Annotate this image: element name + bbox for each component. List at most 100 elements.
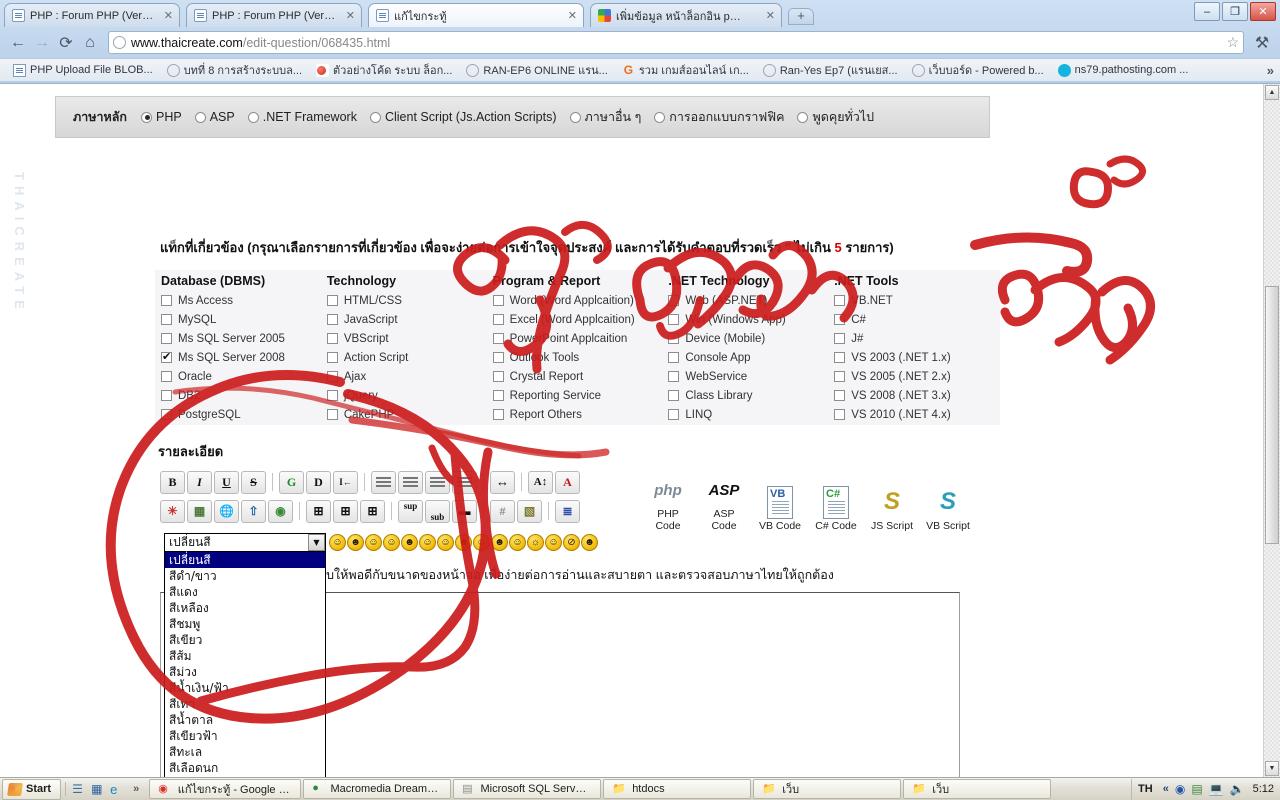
checkbox-icon[interactable] [492, 390, 504, 401]
checkbox-icon[interactable] [161, 295, 172, 306]
checkbox-icon[interactable] [668, 333, 680, 344]
checkbox-icon[interactable] [668, 390, 680, 401]
bookmark-item[interactable]: ns79.pathosting.com ... [1051, 63, 1196, 77]
checkbox-icon[interactable] [834, 295, 846, 306]
table-row-button[interactable]: ⊞ [333, 499, 358, 523]
checkbox-icon[interactable] [326, 390, 338, 401]
emoticon-icon[interactable]: ☺ [509, 534, 526, 551]
emoticon-icon[interactable]: ☻ [401, 534, 418, 551]
back-icon[interactable]: ← [6, 31, 30, 55]
checkbox-icon[interactable] [668, 352, 680, 363]
checkbox-row[interactable]: Crystal Report [492, 367, 669, 386]
italic-button[interactable]: I [187, 470, 212, 494]
checkbox-icon[interactable] [161, 390, 172, 401]
bookmark-item[interactable]: เว็บบอร์ด - Powered b... [905, 61, 1051, 79]
checkbox-row[interactable]: Report Others [492, 405, 669, 424]
color-option[interactable]: สีม่วง [165, 664, 325, 680]
emoticon-icon[interactable]: ☺ [365, 534, 382, 551]
emoticon-button[interactable]: ☀ [160, 499, 185, 523]
list-button[interactable]: ≣ [555, 499, 580, 523]
radio-general[interactable]: พูดคุยทั่วไป [797, 107, 874, 127]
checkbox-row[interactable]: J# [834, 329, 1000, 348]
color-select-box[interactable]: เปลี่ยนสี ▼ [164, 533, 326, 552]
minimize-button[interactable]: – [1194, 2, 1220, 21]
bold-button[interactable]: B [160, 470, 185, 494]
radio-php[interactable]: PHP [141, 110, 182, 124]
checkbox-row[interactable]: Class Library [668, 386, 834, 405]
checkbox-row[interactable]: Ajax [326, 367, 493, 386]
tray-blue-icon[interactable]: ◉ [1175, 782, 1185, 796]
taskbar-clock[interactable]: 5:12 [1251, 783, 1274, 795]
align-left-button[interactable] [371, 470, 396, 494]
indent-button[interactable]: I← [333, 470, 358, 494]
forward-icon[interactable]: → [30, 31, 54, 55]
emoticon-icon[interactable]: ☺ [419, 534, 436, 551]
emoticon-icon[interactable]: ☺ [473, 534, 490, 551]
bookmarks-overflow-icon[interactable]: » [1267, 63, 1274, 78]
close-icon[interactable]: ✕ [566, 9, 579, 22]
strikethrough-button[interactable]: S [241, 470, 266, 494]
checkbox-icon[interactable] [492, 314, 504, 325]
vb-script-button[interactable]: S VB Script [925, 484, 971, 532]
taskbar-item-web-2[interactable]: 📁 เว็บ [903, 779, 1052, 799]
color-option[interactable]: สีน้ำตาล [165, 712, 325, 728]
emoticon-icon[interactable]: ☺ [383, 534, 400, 551]
checkbox-row[interactable]: WebService [668, 367, 834, 386]
checkbox-icon[interactable] [668, 409, 680, 420]
checkbox-icon[interactable] [834, 409, 846, 420]
color-option[interactable]: สีเขียว [165, 632, 325, 648]
checkbox-row[interactable]: PowerPoint Applcaition [492, 329, 669, 348]
upload-image-button[interactable]: ⇧ [241, 499, 266, 523]
color-option[interactable]: สีเลือดนก [165, 760, 325, 776]
checkbox-icon[interactable] [326, 314, 338, 325]
checkbox-icon[interactable] [834, 352, 846, 363]
browser-tab-2[interactable]: PHP : Forum PHP (Version 3.0 ✕ [186, 3, 362, 27]
checkbox-row[interactable]: Action Script [326, 348, 493, 367]
checkbox-row[interactable]: Ms SQL Server 2005 [161, 329, 327, 348]
checkbox-row[interactable]: DB2 [161, 386, 327, 405]
checkbox-row[interactable]: PostgreSQL [161, 405, 327, 424]
reload-icon[interactable]: ⟳ [54, 31, 78, 55]
emoticon-icon[interactable]: ☻ [581, 534, 598, 551]
checkbox-icon[interactable] [492, 352, 504, 363]
checkbox-row[interactable]: Console App [668, 348, 834, 367]
taskbar-item-dreamweaver[interactable]: ● Macromedia Dreamwea... [303, 779, 452, 799]
close-icon[interactable]: ✕ [344, 9, 357, 22]
color-option[interactable]: เปลี่ยนสี [165, 552, 325, 568]
checkbox-row[interactable]: VB.NET [834, 291, 1000, 310]
checkbox-row[interactable]: Web (ASP.NET) [668, 291, 834, 310]
close-icon[interactable]: ✕ [764, 9, 777, 22]
close-icon[interactable]: ✕ [162, 9, 175, 22]
color-select-dropdown-list[interactable]: เปลี่ยนสี สีดำ/ขาว สีแดง สีเหลือง สีชมพู… [164, 552, 326, 777]
radio-dotnet[interactable]: .NET Framework [247, 110, 357, 124]
emoticon-icon[interactable]: ☻ [491, 534, 508, 551]
file-button[interactable]: ◉ [268, 499, 293, 523]
checkbox-icon[interactable] [834, 314, 846, 325]
checkbox-row[interactable]: Excel (Word Applcaition) [492, 310, 669, 329]
address-bar[interactable]: www.thaicreate.com/edit-question/068435.… [108, 31, 1244, 54]
checkbox-icon[interactable] [834, 333, 846, 344]
color-option[interactable]: สีเทา [165, 696, 325, 712]
checkbox-icon[interactable] [161, 333, 172, 344]
tray-volume-icon[interactable]: 🔈 [1230, 782, 1245, 796]
tray-network-icon[interactable]: 💻 [1209, 782, 1224, 796]
emoticon-icon[interactable]: ☺ [329, 534, 346, 551]
checkbox-icon[interactable] [492, 333, 504, 344]
checkbox-row[interactable]: VS 2010 (.NET 4.x) [834, 405, 1000, 424]
radio-asp[interactable]: ASP [194, 110, 235, 124]
checkbox-row[interactable]: MySQL [161, 310, 327, 329]
bookmark-star-icon[interactable]: ☆ [1226, 34, 1239, 51]
browser-tab-1[interactable]: PHP : Forum PHP (Version 3.0 ✕ [4, 3, 180, 27]
color-option[interactable]: สีเหลือง [165, 600, 325, 616]
language-indicator[interactable]: TH [1138, 783, 1157, 795]
page-vertical-scrollbar[interactable]: ▲ ▼ [1263, 84, 1280, 777]
checkbox-row-checked[interactable]: Ms SQL Server 2008 [161, 348, 327, 367]
glow-button[interactable]: G [279, 470, 304, 494]
browser-tab-4[interactable]: เพิ่มข้อมูล หน้าล็อกอิน php - ค้ ✕ [590, 3, 782, 27]
color-option[interactable]: สีส้ม [165, 648, 325, 664]
checkbox-icon[interactable] [492, 295, 504, 306]
monitor-icon[interactable]: ▦ [91, 782, 106, 796]
checkbox-row[interactable]: Oracle [161, 367, 327, 386]
bookmark-item[interactable]: ตัวอย่างโค้ด ระบบ ล็อก... [309, 61, 459, 79]
checkbox-icon[interactable] [834, 371, 846, 382]
